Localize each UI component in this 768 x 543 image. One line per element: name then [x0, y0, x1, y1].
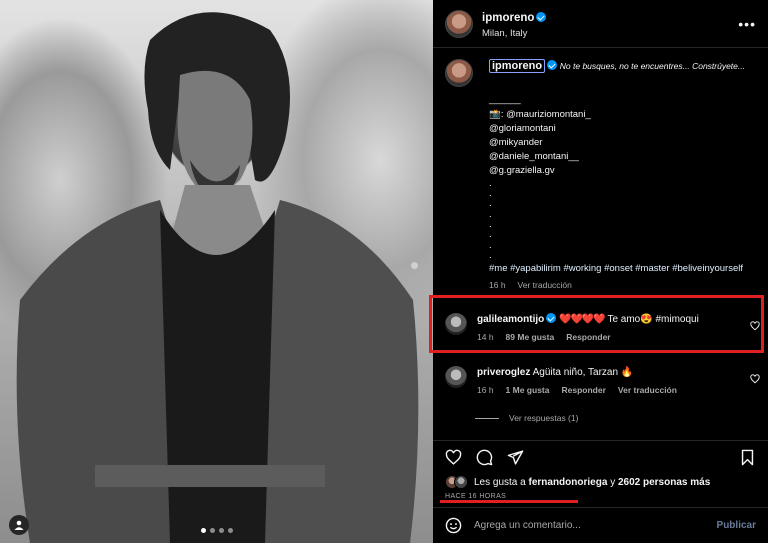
avatar[interactable] [445, 366, 467, 389]
highlight-underline [440, 500, 578, 503]
post-actions: Les gusta a fernandonoriega y 2602 perso… [433, 440, 768, 543]
comment-body: priveroglez Agüita niño, Tarzan 🔥 16 h 1… [477, 366, 737, 397]
avatar[interactable] [445, 9, 473, 38]
comment-time[interactable]: 16 h [477, 383, 494, 397]
share-icon[interactable] [507, 449, 524, 466]
carousel-dot [209, 528, 215, 533]
post-username[interactable]: ipmoreno [482, 12, 534, 24]
comment-item: priveroglez Agüita niño, Tarzan 🔥 16 h 1… [433, 366, 768, 397]
post-header: ipmoreno Milan, Italy ••• [433, 0, 768, 48]
carousel-indicator [0, 528, 433, 533]
caption: ipmoreno No te busques, no te encuentres… [433, 49, 768, 292]
emoji-icon[interactable] [445, 517, 462, 534]
caption-dot: . [489, 198, 492, 210]
caption-dot: . [489, 177, 492, 189]
caption-credit[interactable]: @g.graziella.gv [489, 164, 756, 178]
like-comment-icon[interactable] [750, 374, 760, 384]
caption-meta: 16 h Ver traducción [489, 278, 756, 292]
post-photo[interactable] [0, 0, 433, 543]
post-header-meta: ipmoreno Milan, Italy [482, 8, 547, 39]
caption-time[interactable]: 16 h [489, 278, 506, 292]
carousel-dot [200, 528, 206, 533]
caption-credit[interactable]: @mikyander [489, 136, 756, 150]
caption-dot: . [489, 219, 492, 231]
carousel-dot [218, 528, 224, 533]
likes-user[interactable]: fernandonoriega [529, 477, 608, 488]
reply-button[interactable]: Responder [561, 383, 605, 397]
caption-dot: . [489, 250, 492, 262]
verified-badge-icon [536, 12, 547, 22]
likes-count[interactable]: 2602 personas más [618, 477, 710, 488]
post-location[interactable]: Milan, Italy [482, 28, 546, 39]
comment-input[interactable] [474, 520, 717, 531]
likes-prefix: Les gusta a [474, 476, 526, 488]
publish-button[interactable]: Publicar [717, 520, 756, 531]
replies-divider [475, 417, 499, 419]
comment-meta: 16 h 1 Me gusta Responder Ver traducción [477, 383, 737, 397]
translate-link[interactable]: Ver traducción [618, 383, 677, 397]
caption-dot: . [489, 229, 492, 241]
caption-credit[interactable]: @gloriamontani [489, 122, 756, 136]
bookmark-icon[interactable] [739, 449, 756, 466]
verified-badge-icon [547, 60, 558, 70]
likes-summary: Les gusta a fernandonoriega y 2602 perso… [433, 466, 768, 489]
carousel-dot [227, 528, 233, 533]
photo-subject [16, 12, 419, 543]
avatar [454, 475, 468, 489]
view-replies-button[interactable]: Ver respuestas (1) [475, 413, 768, 423]
caption-credit[interactable]: 📸: @mauriziomontani_ [489, 108, 756, 122]
caption-credit[interactable]: @daniele_montani__ [489, 150, 756, 164]
comment-text: Agüita niño, Tarzan 🔥 [532, 367, 634, 379]
action-row [433, 441, 768, 466]
translate-link[interactable]: Ver traducción [518, 278, 572, 292]
likes-middle: y [610, 476, 616, 488]
comments-list[interactable]: ipmoreno No te busques, no te encuentres… [433, 49, 768, 439]
add-comment-bar: Publicar [433, 507, 768, 543]
caption-dot: . [489, 208, 492, 220]
caption-username[interactable]: ipmoreno [489, 59, 546, 73]
avatar[interactable] [445, 59, 473, 87]
carousel-next-hint [411, 262, 418, 269]
comment-likes[interactable]: 1 Me gusta [506, 383, 550, 397]
caption-text: No te busques, no te encuentres... Const… [559, 61, 745, 71]
post-panel: ipmoreno Milan, Italy ••• ipmoreno No te… [433, 0, 768, 543]
caption-dot: . [489, 187, 492, 199]
heart-icon[interactable] [445, 449, 462, 466]
post-time[interactable]: HACE 16 HORAS [433, 489, 768, 500]
caption-hashtags[interactable]: #me #yapabilirim #working #onset #master… [489, 262, 756, 276]
caption-dot: . [489, 239, 492, 251]
view-replies-label: Ver respuestas (1) [509, 413, 579, 424]
likes-avatars [445, 475, 468, 489]
caption-divider: ______ [489, 94, 521, 106]
more-options-icon[interactable]: ••• [738, 16, 756, 32]
comment-username[interactable]: priveroglez [477, 367, 530, 378]
comment-icon[interactable] [476, 449, 493, 466]
caption-body: ipmoreno No te busques, no te encuentres… [489, 59, 756, 292]
highlight-box [429, 295, 764, 353]
